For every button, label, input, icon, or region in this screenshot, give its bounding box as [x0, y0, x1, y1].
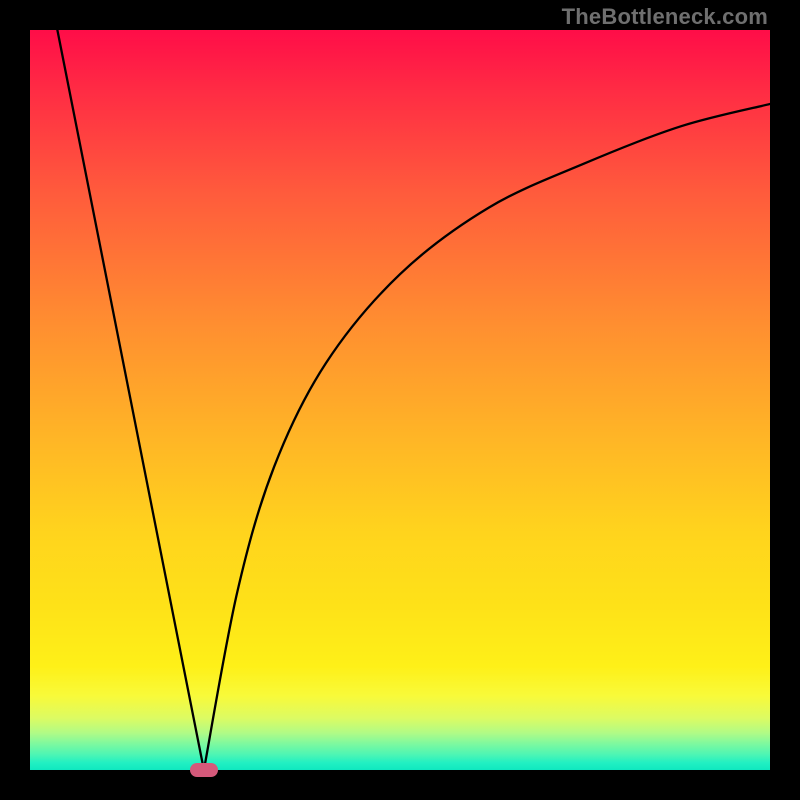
curve-left-slope [57, 30, 204, 770]
watermark-label: TheBottleneck.com [562, 4, 768, 30]
curve-right [204, 104, 770, 770]
valley-marker [190, 763, 218, 777]
chart-frame: TheBottleneck.com [0, 0, 800, 800]
chart-curves [30, 30, 770, 770]
